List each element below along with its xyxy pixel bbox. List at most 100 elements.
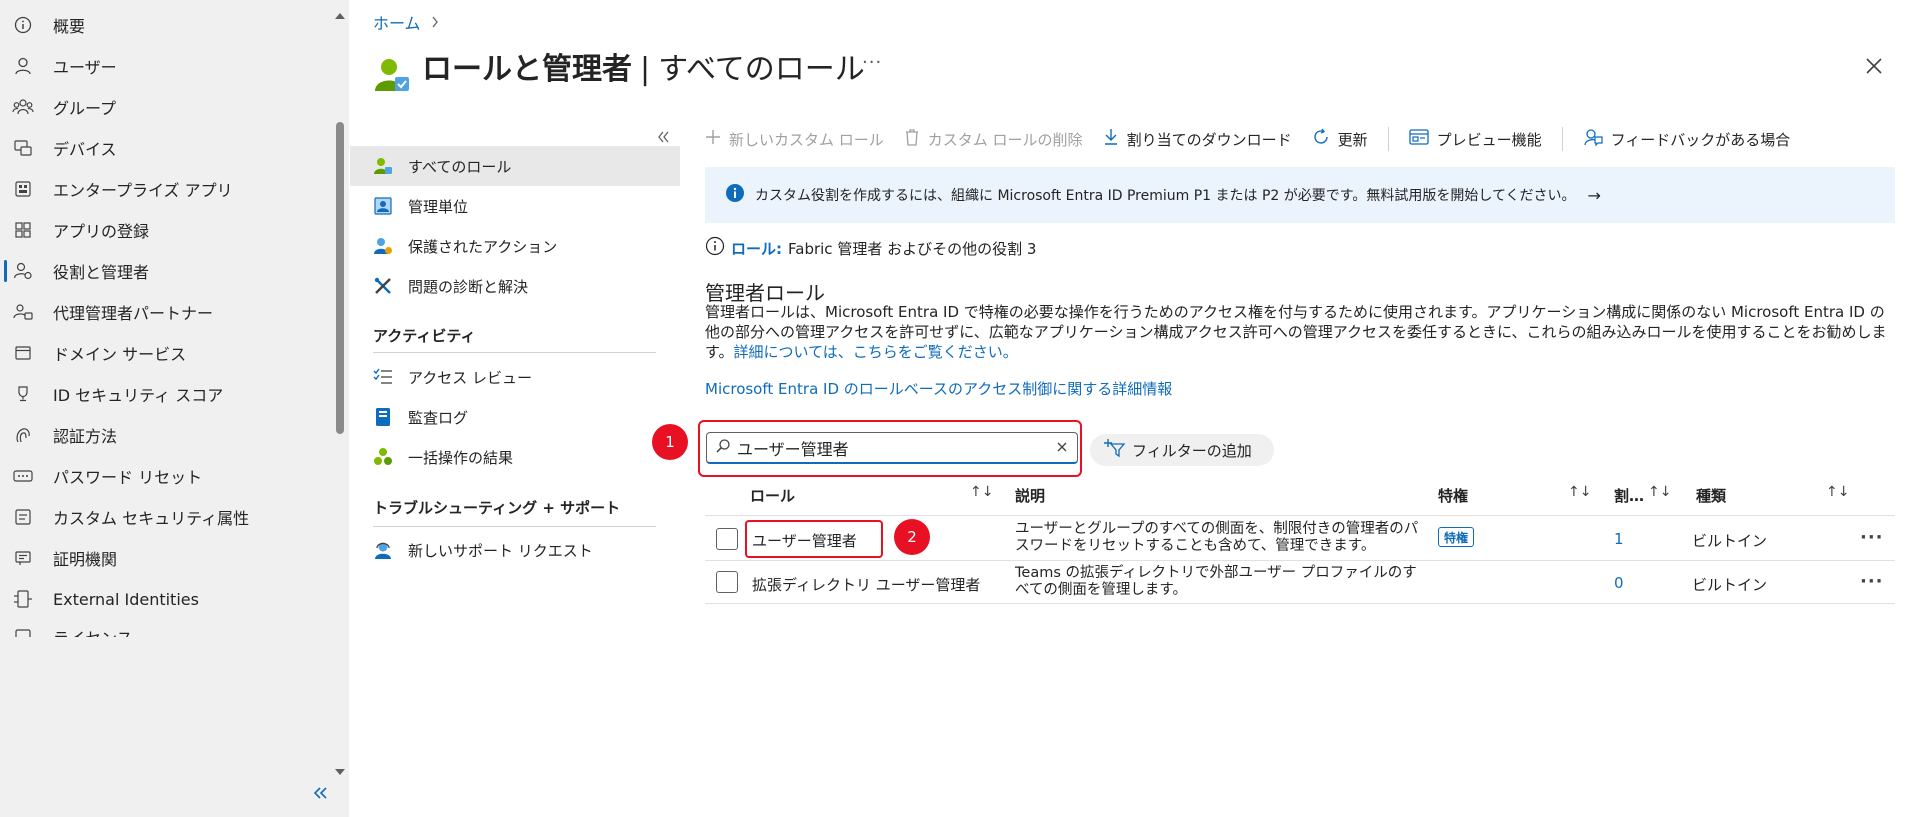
new-custom-role-button[interactable]: 新しいカスタム ロール xyxy=(705,129,884,150)
search-box[interactable] xyxy=(706,432,1078,464)
bulk-results-icon xyxy=(372,446,394,468)
add-filter-button[interactable]: フィルターの追加 xyxy=(1090,434,1274,466)
collapse-leftnav-button[interactable] xyxy=(308,780,332,808)
blade-item-label: 保護されたアクション xyxy=(408,237,558,256)
group-icon xyxy=(11,95,35,119)
blade-item-label: 管理単位 xyxy=(408,197,469,216)
scroll-up-arrow-icon[interactable] xyxy=(333,6,347,19)
assignments-count-link[interactable]: 0 xyxy=(1614,574,1624,592)
column-header-role[interactable]: ロール xyxy=(750,485,795,506)
plus-icon xyxy=(705,129,721,149)
devices-icon xyxy=(11,136,35,160)
blade-item-bulk-operation-results[interactable]: 一括操作の結果 xyxy=(350,437,680,477)
blade-item-protected-actions[interactable]: 保護されたアクション xyxy=(350,226,680,266)
blade-item-new-support-request[interactable]: 新しいサポート リクエスト xyxy=(350,530,680,570)
role-name-cell[interactable]: ユーザー管理者 xyxy=(752,530,857,551)
nav-item-label: 代理管理者パートナー xyxy=(53,304,214,323)
password-icon xyxy=(11,464,35,488)
row-more-actions-button[interactable]: ··· xyxy=(1860,527,1884,548)
blade-item-label: 監査ログ xyxy=(408,408,469,427)
protected-actions-icon xyxy=(372,235,394,257)
info-banner: カスタム役割を作成するには、組織に Microsoft Entra ID Pre… xyxy=(705,167,1895,223)
enterprise-app-icon xyxy=(11,177,35,201)
learn-more-link[interactable]: 詳細については、こちらをご覧ください。 xyxy=(734,343,1018,361)
feedback-button[interactable]: フィードバックがある場合 xyxy=(1583,127,1791,151)
blade-divider xyxy=(373,526,656,527)
refresh-button[interactable]: 更新 xyxy=(1312,128,1368,150)
sort-type-icon[interactable]: ↑↓ xyxy=(1826,484,1849,500)
role-info-value: Fabric 管理者 およびその他の役割 3 xyxy=(788,239,1037,258)
column-header-type[interactable]: 種類 xyxy=(1696,485,1726,506)
certificate-icon xyxy=(11,546,35,570)
refresh-icon xyxy=(1312,128,1330,150)
rbac-info-link[interactable]: Microsoft Entra ID のロールベースのアクセス制御に関する詳細情… xyxy=(705,378,1172,399)
nav-item-label: エンタープライズ アプリ xyxy=(53,181,233,200)
blade-item-admin-units[interactable]: 管理単位 xyxy=(350,186,680,226)
nav-item-label: グループ xyxy=(53,99,117,118)
banner-arrow-link[interactable]: → xyxy=(1588,186,1601,205)
download-icon xyxy=(1103,128,1119,150)
delete-custom-role-button[interactable]: カスタム ロールの削除 xyxy=(904,128,1083,150)
collapse-blade-menu-button[interactable] xyxy=(656,128,670,147)
nav-item-label: 認証方法 xyxy=(53,427,118,446)
breadcrumb-home-link[interactable]: ホーム xyxy=(373,10,421,34)
row-checkbox[interactable] xyxy=(716,528,738,550)
close-icon xyxy=(1860,58,1888,84)
blade-item-all-roles[interactable]: すべてのロール xyxy=(350,146,680,186)
page-title: ロールと管理者 | すべてのロール xyxy=(422,44,865,88)
nav-item-label: パスワード リセット xyxy=(53,468,203,487)
assignments-count-link[interactable]: 1 xyxy=(1614,530,1624,548)
blade-divider xyxy=(373,352,656,353)
blade-item-label: すべてのロール xyxy=(408,157,512,176)
add-filter-label: フィルターの追加 xyxy=(1132,441,1252,460)
nav-item-licenses[interactable]: ライセンス xyxy=(0,615,330,637)
table-row-divider xyxy=(705,560,1895,561)
download-assignments-button[interactable]: 割り当てのダウンロード xyxy=(1103,128,1292,150)
nav-item-label: ID セキュリティ スコア xyxy=(53,386,224,405)
role-type-cell: ビルトイン xyxy=(1692,576,1768,594)
double-chevron-left-icon xyxy=(312,785,328,804)
blade-item-diagnose-solve[interactable]: 問題の診断と解決 xyxy=(350,266,680,306)
left-navigation: 概要 ユーザー グループ デバイス エンタープライズ アプリ アプリの登録 役割… xyxy=(0,0,349,817)
blade-item-label: 一括操作の結果 xyxy=(408,448,514,467)
table-row-divider xyxy=(705,603,1895,604)
access-review-icon xyxy=(372,366,394,388)
page-title-main: ロールと管理者 xyxy=(422,52,632,87)
partner-icon xyxy=(11,300,35,324)
nav-item-label: 役割と管理者 xyxy=(53,263,150,282)
close-button[interactable] xyxy=(1860,52,1888,80)
preview-features-label: プレビュー機能 xyxy=(1436,130,1542,149)
scroll-down-arrow-icon[interactable] xyxy=(333,762,347,775)
role-name-cell[interactable]: 拡張ディレクトリ ユーザー管理者 xyxy=(752,574,980,595)
feedback-label: フィードバックがある場合 xyxy=(1610,130,1791,149)
row-checkbox[interactable] xyxy=(716,571,738,593)
role-info-label: ロール: xyxy=(731,239,782,258)
feedback-icon xyxy=(1583,127,1603,151)
diagnose-icon xyxy=(372,275,394,297)
sort-privileged-icon[interactable]: ↑↓ xyxy=(1568,484,1591,500)
column-header-privileged[interactable]: 特権 xyxy=(1438,485,1468,506)
banner-text: カスタム役割を作成するには、組織に Microsoft Entra ID Pre… xyxy=(755,188,1576,204)
blade-item-label: 問題の診断と解決 xyxy=(408,277,529,296)
toolbar-separator xyxy=(1387,127,1389,151)
info-filled-icon xyxy=(725,183,745,207)
page-title-sub: すべてのロール xyxy=(658,52,865,87)
nav-scroll-thumb[interactable] xyxy=(336,122,344,434)
nav-item-label: デバイス xyxy=(53,140,117,159)
all-roles-icon xyxy=(372,155,394,177)
role-type-cell: ビルトイン xyxy=(1692,532,1768,550)
new-custom-role-label: 新しいカスタム ロール xyxy=(729,130,884,149)
sort-assignments-icon[interactable]: ↑↓ xyxy=(1648,484,1671,500)
preview-features-button[interactable]: プレビュー機能 xyxy=(1408,129,1542,150)
blade-item-access-reviews[interactable]: アクセス レビュー xyxy=(350,357,680,397)
info-icon xyxy=(705,236,725,260)
blade-item-audit-logs[interactable]: 監査ログ xyxy=(350,397,680,437)
row-more-actions-button[interactable]: ··· xyxy=(1860,571,1884,592)
admin-roles-description: 管理者ロールは、Microsoft Entra ID で特権の必要な操作を行うた… xyxy=(705,302,1890,362)
search-input[interactable] xyxy=(737,438,1037,457)
role-description-cell: ユーザーとグループのすべての側面を、制限付きの管理者のパスワードをリセットするこ… xyxy=(1015,521,1419,554)
column-header-assignments[interactable]: 割… xyxy=(1614,485,1644,506)
clear-search-icon[interactable] xyxy=(1055,439,1069,458)
sort-role-icon[interactable]: ↑↓ xyxy=(970,484,993,500)
more-options-button[interactable]: ··· xyxy=(862,52,882,73)
